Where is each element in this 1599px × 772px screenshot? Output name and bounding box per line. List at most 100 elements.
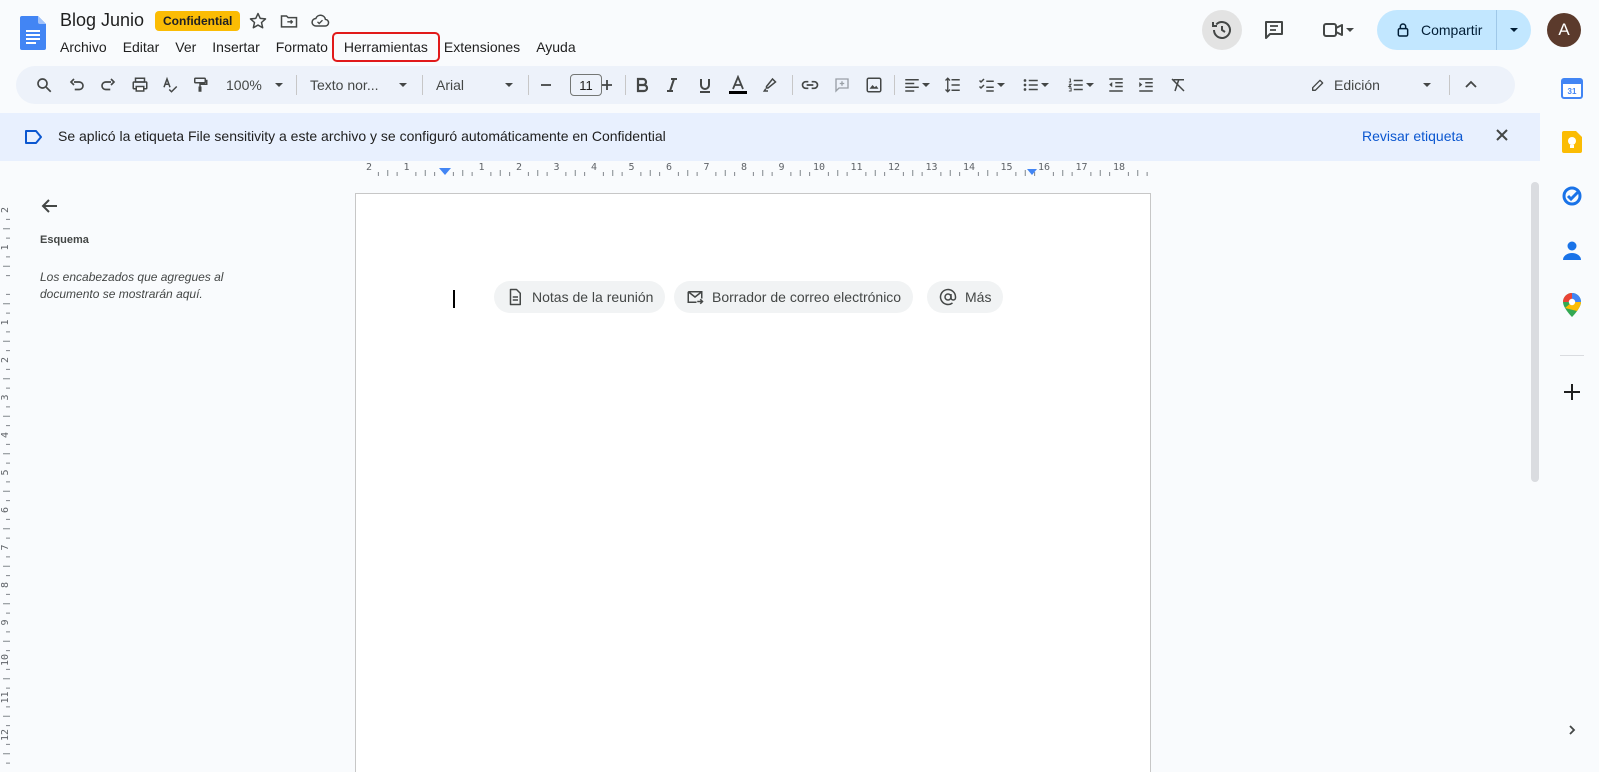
undo-button[interactable] xyxy=(65,66,89,104)
editing-mode-label: Edición xyxy=(1334,77,1380,93)
font-select[interactable]: Arial xyxy=(430,66,520,104)
ruler-label: 9 xyxy=(778,162,784,173)
ruler-label: 8 xyxy=(741,162,747,173)
insert-link-button[interactable] xyxy=(798,66,822,104)
ruler-label: 2 xyxy=(0,207,11,213)
toolbar-divider xyxy=(296,75,297,95)
calendar-icon[interactable]: 31 xyxy=(1560,76,1584,100)
share-dropdown[interactable] xyxy=(1497,25,1531,35)
keep-icon[interactable] xyxy=(1560,130,1584,154)
redo-button[interactable] xyxy=(96,66,120,104)
indent-marker[interactable] xyxy=(439,168,451,175)
spellcheck-button[interactable] xyxy=(158,66,182,104)
checklist-button[interactable] xyxy=(972,66,1012,104)
italic-button[interactable] xyxy=(662,66,682,104)
decrease-indent-icon xyxy=(1109,78,1123,92)
add-comment-button[interactable] xyxy=(830,66,854,104)
toolbar-divider xyxy=(528,75,529,95)
increase-font-size-button[interactable] xyxy=(597,66,617,104)
numbered-list-button[interactable] xyxy=(1061,66,1101,104)
ruler-label: 1 xyxy=(0,244,11,250)
line-spacing-button[interactable] xyxy=(941,66,965,104)
star-icon[interactable] xyxy=(248,11,268,31)
zoom-value: 100% xyxy=(226,77,262,93)
menu-extensiones[interactable]: Extensiones xyxy=(436,36,528,58)
bold-button[interactable] xyxy=(632,66,652,104)
version-history-button[interactable] xyxy=(1202,10,1242,50)
chip-label: Borrador de correo electrónico xyxy=(712,289,902,305)
collapse-menus-button[interactable] xyxy=(1459,66,1483,104)
sensitivity-badge[interactable]: Confidential xyxy=(155,11,241,31)
pencil-icon xyxy=(1312,79,1324,91)
scrollbar-thumb[interactable] xyxy=(1531,182,1539,482)
paint-format-button[interactable] xyxy=(188,66,212,104)
close-outline-arrow-icon[interactable] xyxy=(40,196,60,216)
right-indent-marker[interactable] xyxy=(1027,169,1037,175)
style-select[interactable]: Texto nor... xyxy=(304,66,414,104)
ruler-label: 3 xyxy=(0,394,11,400)
horizontal-ruler[interactable]: 2 1 1 2 3 4 5 6 7 8 9 10 11 12 13 14 15 16 17 18 xyxy=(355,161,1150,177)
review-label-link[interactable]: Revisar etiqueta xyxy=(1362,128,1463,144)
menu-insertar[interactable]: Insertar xyxy=(204,36,267,58)
editing-mode-select[interactable]: Edición xyxy=(1306,66,1436,104)
ruler-label: 5 xyxy=(628,162,634,173)
highlight-color-button[interactable] xyxy=(759,66,783,104)
menu-archivo[interactable]: Archivo xyxy=(52,36,115,58)
bulleted-list-button[interactable] xyxy=(1016,66,1056,104)
tasks-icon[interactable] xyxy=(1560,184,1584,208)
docs-logo-icon[interactable] xyxy=(20,16,46,50)
editing-mode-main: Edición xyxy=(1310,77,1380,93)
chip-meeting-notes[interactable]: Notas de la reunión xyxy=(494,281,666,313)
document-title[interactable]: Blog Junio xyxy=(60,10,144,31)
clear-formatting-button[interactable] xyxy=(1166,66,1190,104)
ruler-label: 2 xyxy=(366,162,372,173)
underline-button[interactable] xyxy=(695,66,715,104)
share-main[interactable]: Compartir xyxy=(1377,10,1497,50)
caret-down-icon xyxy=(997,83,1005,87)
share-button[interactable]: Compartir xyxy=(1377,10,1531,50)
maps-icon[interactable] xyxy=(1560,293,1584,317)
caret-down-icon xyxy=(1041,83,1049,87)
cloud-saved-icon[interactable] xyxy=(310,11,330,31)
increase-indent-button[interactable] xyxy=(1134,66,1158,104)
plus-icon xyxy=(602,80,612,90)
comments-button[interactable] xyxy=(1254,10,1294,50)
contacts-icon[interactable] xyxy=(1560,238,1584,262)
ruler-label: 4 xyxy=(591,162,597,173)
chip-more[interactable]: Más xyxy=(927,281,1004,313)
add-addon-plus-icon[interactable] xyxy=(1560,380,1584,404)
at-icon xyxy=(939,288,957,306)
lock-icon xyxy=(1397,23,1409,37)
menu-ver[interactable]: Ver xyxy=(167,36,204,58)
align-button[interactable] xyxy=(900,66,934,104)
move-folder-icon[interactable] xyxy=(279,11,299,31)
chip-email-draft[interactable]: Borrador de correo electrónico xyxy=(674,281,914,313)
menu-ayuda[interactable]: Ayuda xyxy=(528,36,583,58)
document-icon xyxy=(509,288,521,306)
menu-formato[interactable]: Formato xyxy=(268,36,336,58)
chevron-right-icon[interactable] xyxy=(1560,718,1584,742)
numbered-list-icon xyxy=(1067,78,1083,92)
meet-button[interactable] xyxy=(1314,10,1362,50)
vertical-ruler[interactable]: 21123456789101112 xyxy=(0,178,16,772)
insert-image-button[interactable] xyxy=(862,66,886,104)
menu-editar[interactable]: Editar xyxy=(115,36,168,58)
ruler-label: 13 xyxy=(925,162,937,173)
decrease-indent-button[interactable] xyxy=(1104,66,1128,104)
avatar[interactable]: A xyxy=(1547,13,1581,47)
caret-down-icon xyxy=(399,83,407,87)
video-camera-icon xyxy=(1323,23,1343,37)
document-page[interactable]: Notas de la reunión Borrador de correo e… xyxy=(355,193,1151,772)
ruler-label: 15 xyxy=(1000,162,1012,173)
ruler-label: 8 xyxy=(0,582,11,588)
search-menus-button[interactable] xyxy=(32,66,56,104)
align-left-icon xyxy=(905,79,919,92)
close-icon[interactable] xyxy=(1494,127,1510,143)
decrease-font-size-button[interactable] xyxy=(536,66,556,104)
text-color-button[interactable] xyxy=(726,66,750,104)
comment-icon xyxy=(1265,21,1283,39)
zoom-select[interactable]: 100% xyxy=(222,66,288,104)
menu-herramientas[interactable]: Herramientas xyxy=(331,32,440,62)
ruler-label: 14 xyxy=(963,162,975,173)
print-button[interactable] xyxy=(128,66,152,104)
